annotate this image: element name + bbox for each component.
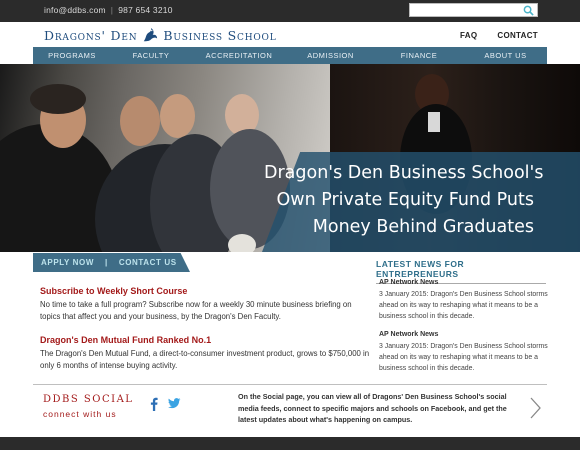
main-nav: PROGRAMS FACULTY ACCREDITATION ADMISSION… [33,47,547,64]
social-section: DDBS SOCIAL connect with us On the Socia… [33,384,547,434]
promo-title[interactable]: Subscribe to Weekly Short Course [40,286,370,296]
news-item[interactable]: AP Network News 3 January 2015: Dragon's… [379,279,549,322]
news-text: 3 January 2015: Dragon's Den Business Sc… [379,343,548,372]
search-input[interactable] [409,3,538,17]
header-links: FAQ CONTACT [460,31,538,40]
contact-separator: | [110,5,114,15]
twitter-icon[interactable] [168,398,181,409]
top-bar: info@ddbs.com | 987 654 3210 [0,0,580,22]
logo-text-first: Dragons' Den [44,27,138,43]
cta-separator: | [104,258,108,267]
news-source: AP Network News [379,331,439,338]
hero-headline-line: Dragon's Den Business School's [264,163,544,183]
nav-item-accreditation[interactable]: ACCREDITATION [191,47,287,64]
phone-number: 987 654 3210 [118,5,173,15]
page: Dragons' Den Business School FAQ CONTACT… [0,22,580,437]
nav-item-admission[interactable]: ADMISSION [287,47,374,64]
hero-headline-line: Money Behind Graduates [312,217,534,237]
promo-title[interactable]: Dragon's Den Mutual Fund Ranked No.1 [40,335,370,345]
email-link[interactable]: info@ddbs.com [44,5,106,15]
social-title: DDBS SOCIAL [43,394,134,405]
faq-link[interactable]: FAQ [460,31,477,40]
news-source: AP Network News [379,279,439,286]
social-description: On the Social page, you can view all of … [238,392,507,424]
nav-item-about-us[interactable]: ABOUT US [464,47,547,64]
chevron-right-icon[interactable] [529,397,541,419]
logo-text-second: Business School [163,27,277,43]
news-text: 3 January 2015: Dragon's Den Business Sc… [379,291,548,320]
social-subtitle: connect with us [43,409,117,419]
hero-banner[interactable]: Dragon's Den Business School's Own Priva… [0,64,580,252]
nav-item-programs[interactable]: PROGRAMS [33,47,111,64]
promo-mutual-fund: Dragon's Den Mutual Fund Ranked No.1 The… [40,335,370,372]
hero-headline-line: Own Private Equity Fund Puts [276,190,535,210]
contact-us-button[interactable]: CONTACT US [119,258,177,267]
promo-body: The Dragon's Den Mutual Fund, a direct-t… [40,349,370,370]
nav-item-faculty[interactable]: FACULTY [111,47,191,64]
cta-ribbon: APPLY NOW | CONTACT US [33,253,190,272]
contact-info: info@ddbs.com | 987 654 3210 [44,5,173,15]
footer-bar [0,437,580,450]
promo-body: No time to take a full program? Subscrib… [40,300,352,321]
contact-link[interactable]: CONTACT [497,31,538,40]
site-logo[interactable]: Dragons' Den Business School [44,26,277,44]
nav-item-finance[interactable]: FINANCE [374,47,464,64]
facebook-icon[interactable] [149,397,159,411]
promo-weekly-course: Subscribe to Weekly Short Course No time… [40,286,370,323]
search-icon[interactable] [523,5,534,16]
dragon-logo-icon [144,27,158,42]
hero-headline[interactable]: Dragon's Den Business School's Own Priva… [264,160,544,241]
apply-now-button[interactable]: APPLY NOW [41,258,94,267]
news-item[interactable]: AP Network News 3 January 2015: Dragon's… [379,331,549,374]
